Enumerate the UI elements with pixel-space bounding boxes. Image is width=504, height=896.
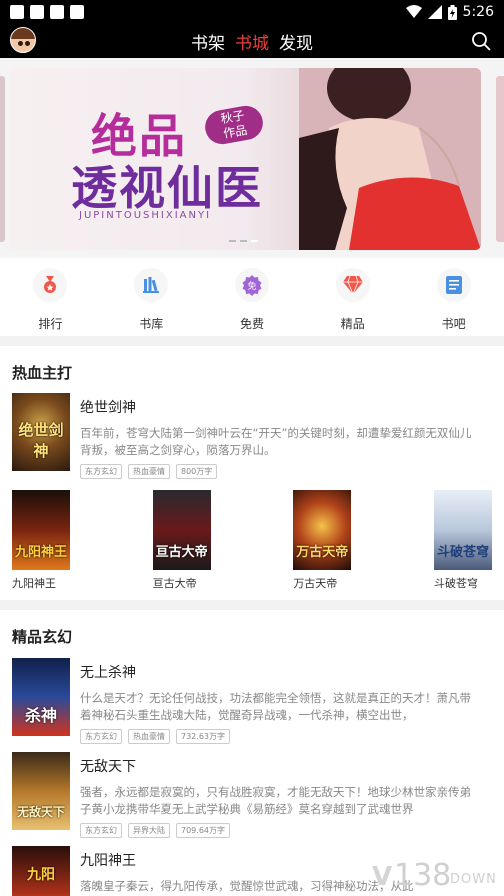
book-tags: 东方玄幻 热血豪情 732.63万字 (80, 729, 482, 744)
book-title: 亘古大帝 (152, 577, 197, 590)
book-title: 无上杀神 (80, 665, 136, 681)
book-tag: 热血豪情 (128, 729, 170, 744)
category-label: 排行 (38, 317, 63, 331)
section-title-hot: 热血主打 (12, 364, 73, 382)
banner-carousel: 绝品 透视仙医 秋子 作品 JUPINTOUSHIXIANYI (0, 58, 504, 258)
notification-icon (30, 5, 44, 19)
book-title: 绝世剑神 (80, 400, 136, 416)
watermark-logo: V (372, 862, 393, 892)
watermark-number: 138 (394, 858, 452, 893)
tab-discover[interactable]: 发现 (279, 29, 313, 54)
book-cover: 万古天帝 (293, 490, 352, 570)
book-tag: 东方玄幻 (80, 464, 122, 479)
banner-model-image (299, 68, 481, 250)
tab-bookshelf[interactable]: 书架 (191, 29, 225, 54)
book-title: 万古天帝 (293, 577, 338, 590)
featured-book[interactable]: 绝世剑神 绝世剑神 百年前，苍穹大陆第一剑神叶云在“开天”的关键时刻，却遭挚爱红… (12, 393, 492, 479)
watermark-text: DOWN (450, 872, 497, 887)
book-tag: 709.64万字 (176, 823, 230, 838)
library-icon (143, 277, 160, 293)
list-book[interactable]: 无敌天下 无敌天下 强者，永远都是寂寞的，只有战胜寂寞，才能无敌天下！地球少林世… (12, 752, 492, 838)
book-tags: 东方玄幻 热血豪情 800万字 (80, 464, 482, 479)
book-title: 无敌天下 (80, 759, 136, 775)
cover-title: 九阳 (27, 867, 55, 883)
free-badge-icon: 免 (242, 275, 262, 296)
grid-book[interactable]: 亘古大帝 亘古大帝 (152, 490, 211, 590)
cover-title: 无敌天下 (16, 805, 65, 819)
book-cover: 无敌天下 (12, 752, 70, 830)
notification-icon (50, 5, 64, 19)
section-divider (0, 336, 504, 346)
cover-title: 杀神 (24, 706, 57, 725)
book-cover: 亘古大帝 (152, 490, 211, 570)
document-icon (445, 276, 462, 294)
category-premium[interactable]: 精品 (302, 262, 403, 334)
battery-icon (447, 4, 457, 20)
category-book-bar[interactable]: 书吧 (403, 262, 504, 334)
category-label: 书库 (139, 317, 164, 331)
top-tabs: 书架 书城 发现 (0, 24, 504, 61)
notification-icon (10, 5, 24, 19)
book-tag: 东方玄幻 (80, 823, 122, 838)
book-tag: 热血豪情 (128, 464, 170, 479)
banner-author-badge: 秋子 作品 (202, 103, 266, 147)
book-cover: 绝世剑神 (12, 393, 70, 471)
banner-next-peek[interactable] (496, 76, 504, 242)
grid-book[interactable]: 九阳神王 九阳神王 (12, 490, 70, 590)
clock: 5:26 (462, 4, 494, 20)
banner-prev-peek[interactable] (0, 76, 5, 242)
banner-slide[interactable]: 绝品 透视仙医 秋子 作品 JUPINTOUSHIXIANYI (9, 68, 481, 250)
grid-book[interactable]: 万古天帝 万古天帝 (293, 490, 352, 590)
book-tag: 732.63万字 (176, 729, 230, 744)
list-book[interactable]: 杀神 无上杀神 什么是天才？无论任何战技，功法都能完全领悟，这就是真正的天才！萧… (12, 658, 492, 744)
category-label: 免费 (239, 317, 264, 331)
banner-pinyin: JUPINTOUSHIXIANYI (79, 210, 212, 221)
diamond-icon (342, 275, 363, 295)
cover-title: 绝世剑神 (18, 421, 64, 460)
book-cover: 斗破苍穹 (433, 490, 492, 570)
banner-title-line2: 透视仙医 (71, 161, 263, 215)
site-watermark: V 138 DOWN (364, 858, 504, 896)
book-title: 斗破苍穹 (433, 577, 478, 590)
category-nav: 排行 书库 免 免费 精品 书吧 (0, 262, 504, 334)
book-cover: 杀神 (12, 658, 70, 736)
cover-title: 亘古大帝 (155, 545, 208, 560)
book-tag: 东方玄幻 (80, 729, 122, 744)
medal-icon (44, 276, 57, 293)
book-cover: 九阳 (12, 846, 70, 896)
signal-icon (427, 5, 442, 19)
section-title-xuanhuan: 精品玄幻 (12, 628, 73, 646)
book-title: 九阳神王 (12, 577, 56, 590)
tab-bookstore[interactable]: 书城 (235, 29, 269, 61)
notification-icons (10, 5, 84, 19)
category-ranking[interactable]: 排行 (0, 262, 101, 334)
svg-text:免: 免 (247, 280, 256, 292)
category-library[interactable]: 书库 (101, 262, 202, 334)
book-tag: 800万字 (176, 464, 218, 479)
category-label: 精品 (340, 317, 365, 331)
section-divider (0, 600, 504, 610)
grid-book[interactable]: 斗破苍穹 斗破苍穹 (433, 490, 492, 590)
book-description: 什么是天才？无论任何战技，功法都能完全领悟，这就是真正的天才！萧凡带着神秘石头重… (80, 691, 471, 722)
category-label: 书吧 (441, 317, 466, 331)
carousel-indicator (229, 240, 258, 242)
search-icon[interactable] (470, 30, 492, 52)
cover-title: 斗破苍穹 (436, 545, 489, 560)
book-tags: 东方玄幻 异界大陆 709.64万字 (80, 823, 482, 838)
cover-title: 九阳神王 (14, 545, 67, 560)
cover-title: 万古天帝 (296, 545, 349, 560)
book-grid: 九阳神王 九阳神王 亘古大帝 亘古大帝 万古天帝 万古天帝 斗破苍穹 斗破苍穹 (12, 490, 492, 590)
notification-icon (70, 5, 84, 19)
app-bar: 书架 书城 发现 (0, 24, 504, 61)
book-description: 百年前，苍穹大陆第一剑神叶云在“开天”的关键时刻，却遭挚爱红颜无双仙儿背叛，被至… (80, 426, 472, 457)
wifi-icon (405, 5, 422, 18)
book-description: 强者，永远都是寂寞的，只有战胜寂寞，才能无敌天下！地球少林世家亲传弟子黄小龙携带… (80, 785, 471, 816)
category-free[interactable]: 免 免费 (202, 262, 303, 334)
book-cover: 九阳神王 (12, 490, 70, 570)
book-tag: 异界大陆 (128, 823, 170, 838)
status-bar: 5:26 (0, 0, 504, 24)
